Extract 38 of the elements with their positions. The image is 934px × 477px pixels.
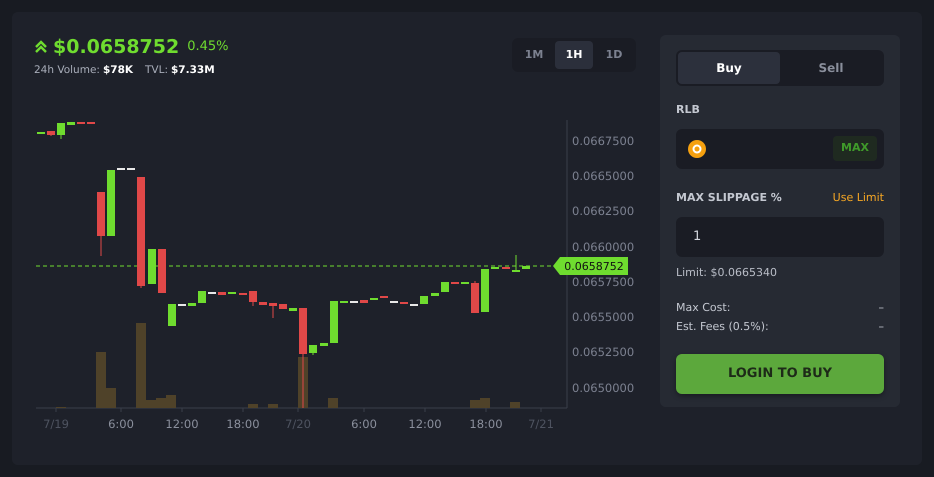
login-to-buy-button[interactable]: LOGIN TO BUY (676, 354, 884, 394)
price-axis-label: 0.0652500 (572, 345, 634, 359)
time-axis-label: 6:00 (108, 417, 134, 431)
price-axis-label: 0.0667500 (572, 134, 634, 148)
timeframe-tab[interactable]: 1H (555, 41, 593, 69)
use-limit-link[interactable]: Use Limit (832, 190, 884, 206)
side-tab[interactable]: Buy (678, 52, 780, 84)
summary-value: – (878, 300, 884, 316)
price: $0.0658752 (53, 38, 180, 56)
slippage-label: MAX SLIPPAGE % (676, 190, 782, 206)
price-axis-label: 0.0665000 (572, 169, 634, 183)
price-axis-label: 0.0655000 (572, 310, 634, 324)
current-price-tag: 0.0658752 (553, 257, 628, 275)
price-axis-label: 0.0662500 (572, 204, 634, 218)
stat-value: $7.33M (171, 63, 215, 78)
token-label: RLB (676, 102, 701, 118)
max-button[interactable]: MAX (833, 136, 877, 161)
price-axis-label: 0.0657500 (572, 275, 634, 289)
price-axis-label: 0.0660000 (572, 240, 634, 254)
time-axis-label: 12:00 (165, 417, 199, 431)
price-axis-label: 0.0650000 (572, 381, 634, 395)
limit-price: Limit: $0.0665340 (676, 265, 778, 281)
time-axis-label: 18:00 (226, 417, 260, 431)
slippage-field[interactable]: 1 (676, 217, 884, 257)
summary-label: Est. Fees (0.5%): (676, 319, 769, 335)
timeframe-tab[interactable]: 1D (595, 41, 633, 69)
side-tab[interactable]: Sell (780, 52, 882, 84)
amount-field[interactable]: MAX (676, 128, 884, 168)
time-axis-label: 6:00 (351, 417, 377, 431)
timeframe-tab[interactable]: 1M (515, 41, 553, 69)
stat-value: $78K (102, 63, 134, 78)
stat-label: 24h Volume: (34, 63, 100, 78)
summary-value: – (878, 319, 884, 335)
price-change: 0.45% (187, 38, 229, 56)
time-axis-label: 12:00 (408, 417, 442, 431)
stat-label: TVL: (145, 63, 168, 78)
time-axis-label: 18:00 (469, 417, 503, 431)
summary-label: Max Cost: (676, 300, 730, 316)
